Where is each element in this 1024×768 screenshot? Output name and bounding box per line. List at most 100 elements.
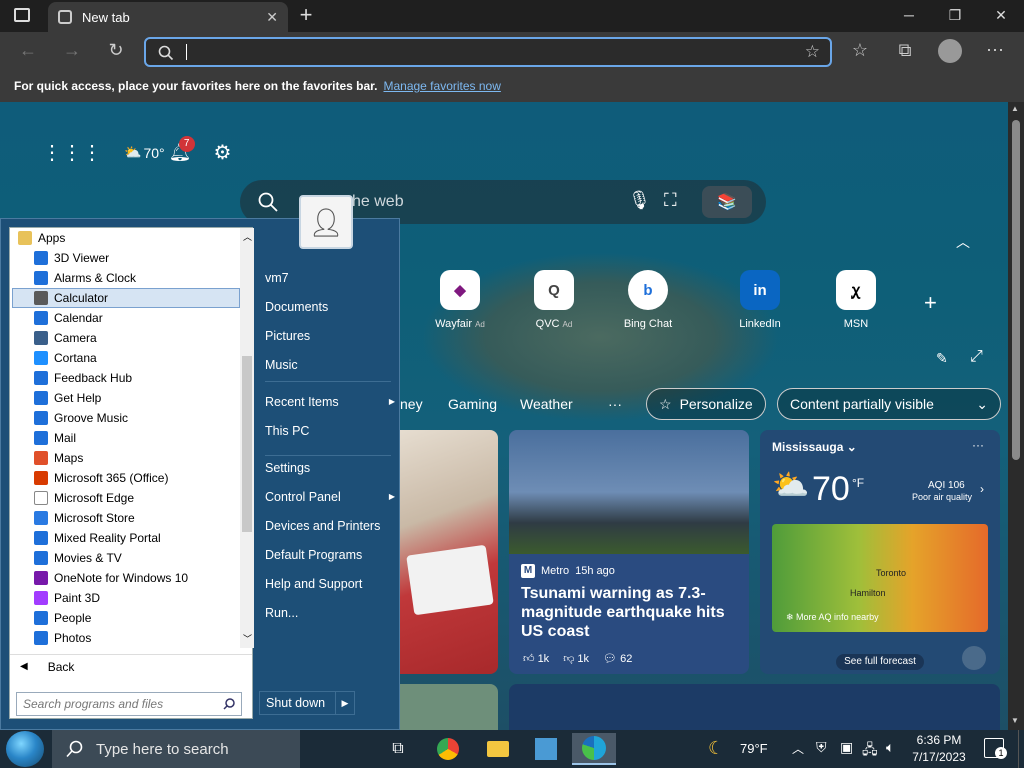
edit-background-icon[interactable]: ✎ xyxy=(936,350,948,367)
more-options-icon[interactable]: ⋯ xyxy=(983,40,1007,61)
expand-icon[interactable]: ⤢ xyxy=(970,348,983,366)
start-right-item[interactable]: Pictures xyxy=(265,325,395,347)
quick-link-linkedin[interactable]: in LinkedIn xyxy=(720,270,800,330)
feed-nav-item[interactable]: ney xyxy=(400,396,423,412)
show-hidden-icons-icon[interactable]: ︿ xyxy=(792,740,804,757)
forward-arrow-icon[interactable]: → xyxy=(60,40,84,61)
collapse-chevron-icon[interactable]: ︿ xyxy=(956,232,970,252)
start-right-item[interactable]: Devices and Printers xyxy=(265,515,395,537)
manage-favorites-link[interactable]: Manage favorites now xyxy=(383,79,500,93)
start-right-item[interactable]: Documents xyxy=(265,296,395,318)
dislike-button[interactable]: 👎︎ 1k xyxy=(563,652,589,665)
back-arrow-icon[interactable]: ← xyxy=(16,40,40,61)
vscode-like-app[interactable] xyxy=(524,733,568,765)
app-list-item[interactable]: Movies & TV xyxy=(10,548,240,568)
apps-folder[interactable]: Apps xyxy=(10,228,240,248)
personalize-button[interactable]: ☆ Personalize xyxy=(646,388,766,420)
favorites-icon[interactable]: ☆ xyxy=(848,40,872,61)
address-input[interactable] xyxy=(186,44,187,60)
feed-nav-item[interactable]: Weather xyxy=(520,396,573,412)
feed-nav-item[interactable]: Gaming xyxy=(448,396,497,412)
settings-gear-icon[interactable]: ⚙ xyxy=(213,140,231,165)
news-card-tsunami[interactable]: M Metro 15h ago Tsunami warning as 7.3-m… xyxy=(509,430,749,674)
start-right-item[interactable]: vm7 xyxy=(265,267,395,289)
tab-new-tab[interactable]: New tab ✕ xyxy=(48,2,288,32)
more-options-icon[interactable]: ··· xyxy=(972,438,984,452)
minimize-button[interactable]: ─ xyxy=(886,0,932,30)
security-shield-icon[interactable]: ⛨ xyxy=(816,739,827,756)
tab-actions-icon[interactable] xyxy=(14,8,30,22)
news-headline[interactable]: Tsunami warning as 7.3-magnitude earthqu… xyxy=(521,584,739,641)
app-list-item[interactable]: Get Help xyxy=(10,388,240,408)
app-list-scrollbar-thumb[interactable] xyxy=(242,356,252,532)
start-right-item[interactable]: Run... xyxy=(265,602,395,624)
start-right-item[interactable]: Default Programs xyxy=(265,544,395,566)
weather-card[interactable]: Mississauga ⌄ ··· ⛅ 70 °F AQI 106 Poor a… xyxy=(760,430,1000,674)
feed-nav-more[interactable]: ··· xyxy=(608,396,622,412)
weather-assistant-avatar[interactable] xyxy=(962,646,986,670)
chevron-right-icon[interactable]: › xyxy=(980,482,984,496)
task-view-button[interactable]: ⧉ xyxy=(376,733,420,765)
app-list-scrollbar[interactable]: ︿ ﹀ xyxy=(240,228,254,648)
start-right-item[interactable]: Recent Items ▶ xyxy=(265,391,395,413)
action-center-button[interactable]: 1 xyxy=(984,738,1007,759)
app-list-item[interactable]: Alarms & Clock xyxy=(10,268,240,288)
more-aq-link[interactable]: ❄ More AQ info nearby xyxy=(786,612,879,623)
app-list-item[interactable]: OneNote for Windows 10 xyxy=(10,568,240,588)
weather-moon-icon[interactable]: ☾ xyxy=(708,738,724,759)
add-favorite-icon[interactable]: ☆ xyxy=(805,42,820,62)
app-list-item[interactable]: Feedback Hub xyxy=(10,368,240,388)
taskbar-weather-temp[interactable]: 79°F xyxy=(740,741,768,756)
app-list-item[interactable]: Maps xyxy=(10,448,240,468)
scroll-up-arrow-icon[interactable]: ▲ xyxy=(1011,104,1019,113)
comment-button[interactable]: 💬︎ 62 xyxy=(603,652,632,665)
app-list-item[interactable]: 3D Viewer xyxy=(10,248,240,268)
weather-map[interactable]: Toronto Hamilton ❄ More AQ info nearby xyxy=(772,524,988,632)
start-back-button[interactable]: ◀ Back xyxy=(10,654,252,678)
news-card-bottom-left[interactable] xyxy=(400,684,498,730)
profile-avatar[interactable] xyxy=(938,39,962,63)
page-scrollbar[interactable]: ▲ ▼ xyxy=(1008,102,1024,730)
app-list-item[interactable]: Photos xyxy=(10,628,240,648)
notifications-bell[interactable]: 🔔︎ 7 xyxy=(169,136,195,163)
taskbar-search-box[interactable]: Type here to search xyxy=(52,730,300,768)
add-quick-link-icon[interactable]: + xyxy=(924,290,937,316)
app-list-item[interactable]: Groove Music xyxy=(10,408,240,428)
bing-chat-icon[interactable]: 📚 xyxy=(702,186,752,218)
app-list-item[interactable]: Calendar xyxy=(10,308,240,328)
app-list-item[interactable]: Cortana xyxy=(10,348,240,368)
clock[interactable]: 6:36 PM 7/17/2023 xyxy=(906,732,972,766)
like-button[interactable]: 👍︎ 1k xyxy=(523,652,549,665)
app-list-item[interactable]: Microsoft Edge xyxy=(10,488,240,508)
network-icon[interactable]: 🖧︎ xyxy=(862,739,878,763)
news-card-bottom-mid[interactable] xyxy=(509,684,1000,730)
scroll-down-arrow-icon[interactable]: ▼ xyxy=(1011,716,1019,725)
quick-link-qvc[interactable]: Q QVC Ad xyxy=(514,270,594,330)
news-card-money[interactable] xyxy=(400,430,498,674)
weather-city-row[interactable]: Mississauga ⌄ xyxy=(772,440,857,454)
page-scrollbar-thumb[interactable] xyxy=(1012,120,1020,460)
content-visibility-dropdown[interactable]: Content partially visible ⌄ xyxy=(777,388,1001,420)
refresh-icon[interactable]: ↻ xyxy=(104,40,128,61)
app-list-item[interactable]: People xyxy=(10,608,240,628)
edge-app[interactable] xyxy=(572,733,616,765)
show-desktop-button[interactable] xyxy=(1018,730,1024,768)
quick-link-wayfair[interactable]: ◆ Wayfair Ad xyxy=(420,270,500,330)
app-list-item[interactable]: Mail xyxy=(10,428,240,448)
address-bar[interactable]: ☆ xyxy=(144,37,832,67)
start-right-item[interactable]: Help and Support xyxy=(265,573,395,595)
volume-icon[interactable]: 🔈︎ xyxy=(886,739,894,756)
app-list-item[interactable]: Mixed Reality Portal xyxy=(10,528,240,548)
shutdown-options-button[interactable]: ▶ xyxy=(335,691,355,715)
start-right-item[interactable]: Control Panel ▶ xyxy=(265,486,395,508)
scroll-up-arrow-icon[interactable]: ︿ xyxy=(243,230,252,243)
start-right-item[interactable]: Settings xyxy=(265,457,395,479)
quick-link-msn[interactable]: ꭕ MSN xyxy=(816,270,896,330)
quick-link-bing-chat[interactable]: b Bing Chat xyxy=(608,270,688,330)
close-window-button[interactable]: ✕ xyxy=(978,0,1024,30)
weather-widget[interactable]: ⛅ 70° xyxy=(124,144,165,161)
app-list-item[interactable]: Microsoft Store xyxy=(10,508,240,528)
visual-search-icon[interactable]: ⛶ xyxy=(664,190,677,211)
new-tab-button[interactable]: + xyxy=(292,2,320,30)
app-list-item[interactable]: Microsoft 365 (Office) xyxy=(10,468,240,488)
